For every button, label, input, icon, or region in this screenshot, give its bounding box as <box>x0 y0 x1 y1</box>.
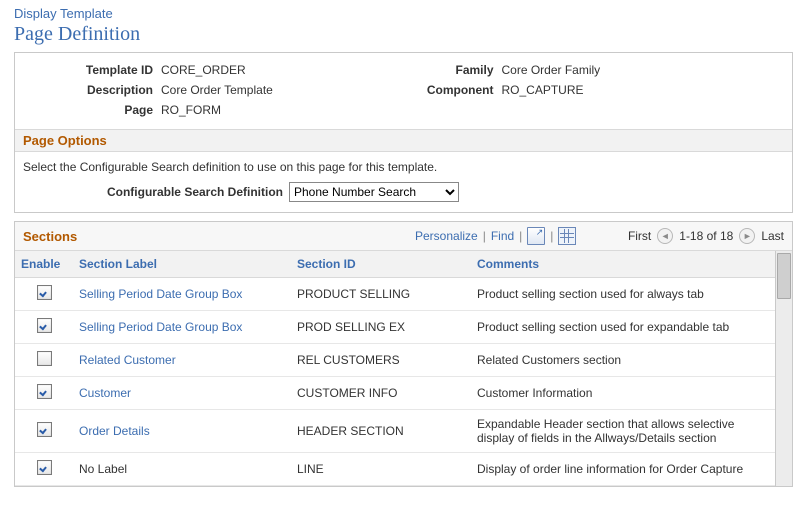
page-options-header: Page Options <box>15 129 792 152</box>
sections-title: Sections <box>23 229 77 244</box>
section-label-link[interactable]: Selling Period Date Group Box <box>79 287 242 301</box>
section-comments: Display of order line information for Or… <box>471 453 775 486</box>
section-id: REL CUSTOMERS <box>291 344 471 377</box>
prev-page-icon[interactable]: ◄ <box>657 228 673 244</box>
enable-checkbox[interactable] <box>37 351 52 366</box>
section-label-text: No Label <box>73 453 291 486</box>
nav-last[interactable]: Last <box>761 229 784 243</box>
toolbar-separator: | <box>548 229 555 243</box>
section-comments: Customer Information <box>471 377 775 410</box>
template-id-value: CORE_ORDER <box>161 63 246 77</box>
find-link[interactable]: Find <box>491 229 514 243</box>
description-label: Description <box>23 83 161 97</box>
next-page-icon[interactable]: ► <box>739 228 755 244</box>
nav-range: 1-18 of 18 <box>679 229 733 243</box>
page-title: Page Definition <box>14 23 793 46</box>
section-id: LINE <box>291 453 471 486</box>
sections-panel: Sections Personalize | Find | | First ◄ … <box>14 221 793 487</box>
section-label-link[interactable]: Related Customer <box>79 353 176 367</box>
section-id: CUSTOMER INFO <box>291 377 471 410</box>
family-label: Family <box>404 63 502 77</box>
table-row: Customer CUSTOMER INFOCustomer Informatio… <box>15 377 775 410</box>
enable-checkbox[interactable] <box>37 318 52 333</box>
section-comments: Product selling section used for expanda… <box>471 311 775 344</box>
table-row: Related Customer REL CUSTOMERSRelated Cus… <box>15 344 775 377</box>
family-value: Core Order Family <box>502 63 601 77</box>
col-comments[interactable]: Comments <box>471 251 775 278</box>
personalize-link[interactable]: Personalize <box>415 229 478 243</box>
enable-checkbox[interactable] <box>37 384 52 399</box>
section-id: PROD SELLING EX <box>291 311 471 344</box>
page-options-instruction: Select the Configurable Search definitio… <box>23 160 784 174</box>
csd-label: Configurable Search Definition <box>23 185 289 199</box>
table-row: Selling Period Date Group Box PRODUCT SEL… <box>15 278 775 311</box>
page-label: Page <box>23 103 161 117</box>
section-label-link[interactable]: Order Details <box>79 424 150 438</box>
nav-first[interactable]: First <box>628 229 651 243</box>
toolbar-separator: | <box>517 229 524 243</box>
csd-select[interactable]: Phone Number Search <box>289 182 459 202</box>
col-id[interactable]: Section ID <box>291 251 471 278</box>
table-row: No LabelLINEDisplay of order line inform… <box>15 453 775 486</box>
component-label: Component <box>404 83 502 97</box>
enable-checkbox[interactable] <box>37 285 52 300</box>
page-value: RO_FORM <box>161 103 221 117</box>
section-comments: Related Customers section <box>471 344 775 377</box>
scrollbar-thumb[interactable] <box>777 253 791 299</box>
component-value: RO_CAPTURE <box>502 83 584 97</box>
enable-checkbox[interactable] <box>37 422 52 437</box>
sections-table: Enable Section Label Section ID Comments… <box>15 251 775 486</box>
section-comments: Product selling section used for always … <box>471 278 775 311</box>
section-comments: Expandable Header section that allows se… <box>471 410 775 453</box>
breadcrumb[interactable]: Display Template <box>14 6 793 21</box>
download-grid-icon[interactable] <box>558 227 576 245</box>
section-label-link[interactable]: Customer <box>79 386 131 400</box>
vertical-scrollbar[interactable] <box>775 251 792 486</box>
toolbar-separator: | <box>481 229 488 243</box>
section-id: PRODUCT SELLING <box>291 278 471 311</box>
section-label-link[interactable]: Selling Period Date Group Box <box>79 320 242 334</box>
section-id: HEADER SECTION <box>291 410 471 453</box>
col-enable[interactable]: Enable <box>15 251 73 278</box>
enable-checkbox[interactable] <box>37 460 52 475</box>
description-value: Core Order Template <box>161 83 273 97</box>
definition-panel: Template ID CORE_ORDER Family Core Order… <box>14 52 793 213</box>
table-row: Selling Period Date Group Box PROD SELLIN… <box>15 311 775 344</box>
table-row: Order Details HEADER SECTIONExpandable He… <box>15 410 775 453</box>
col-label[interactable]: Section Label <box>73 251 291 278</box>
zoom-icon[interactable] <box>527 227 545 245</box>
template-id-label: Template ID <box>23 63 161 77</box>
